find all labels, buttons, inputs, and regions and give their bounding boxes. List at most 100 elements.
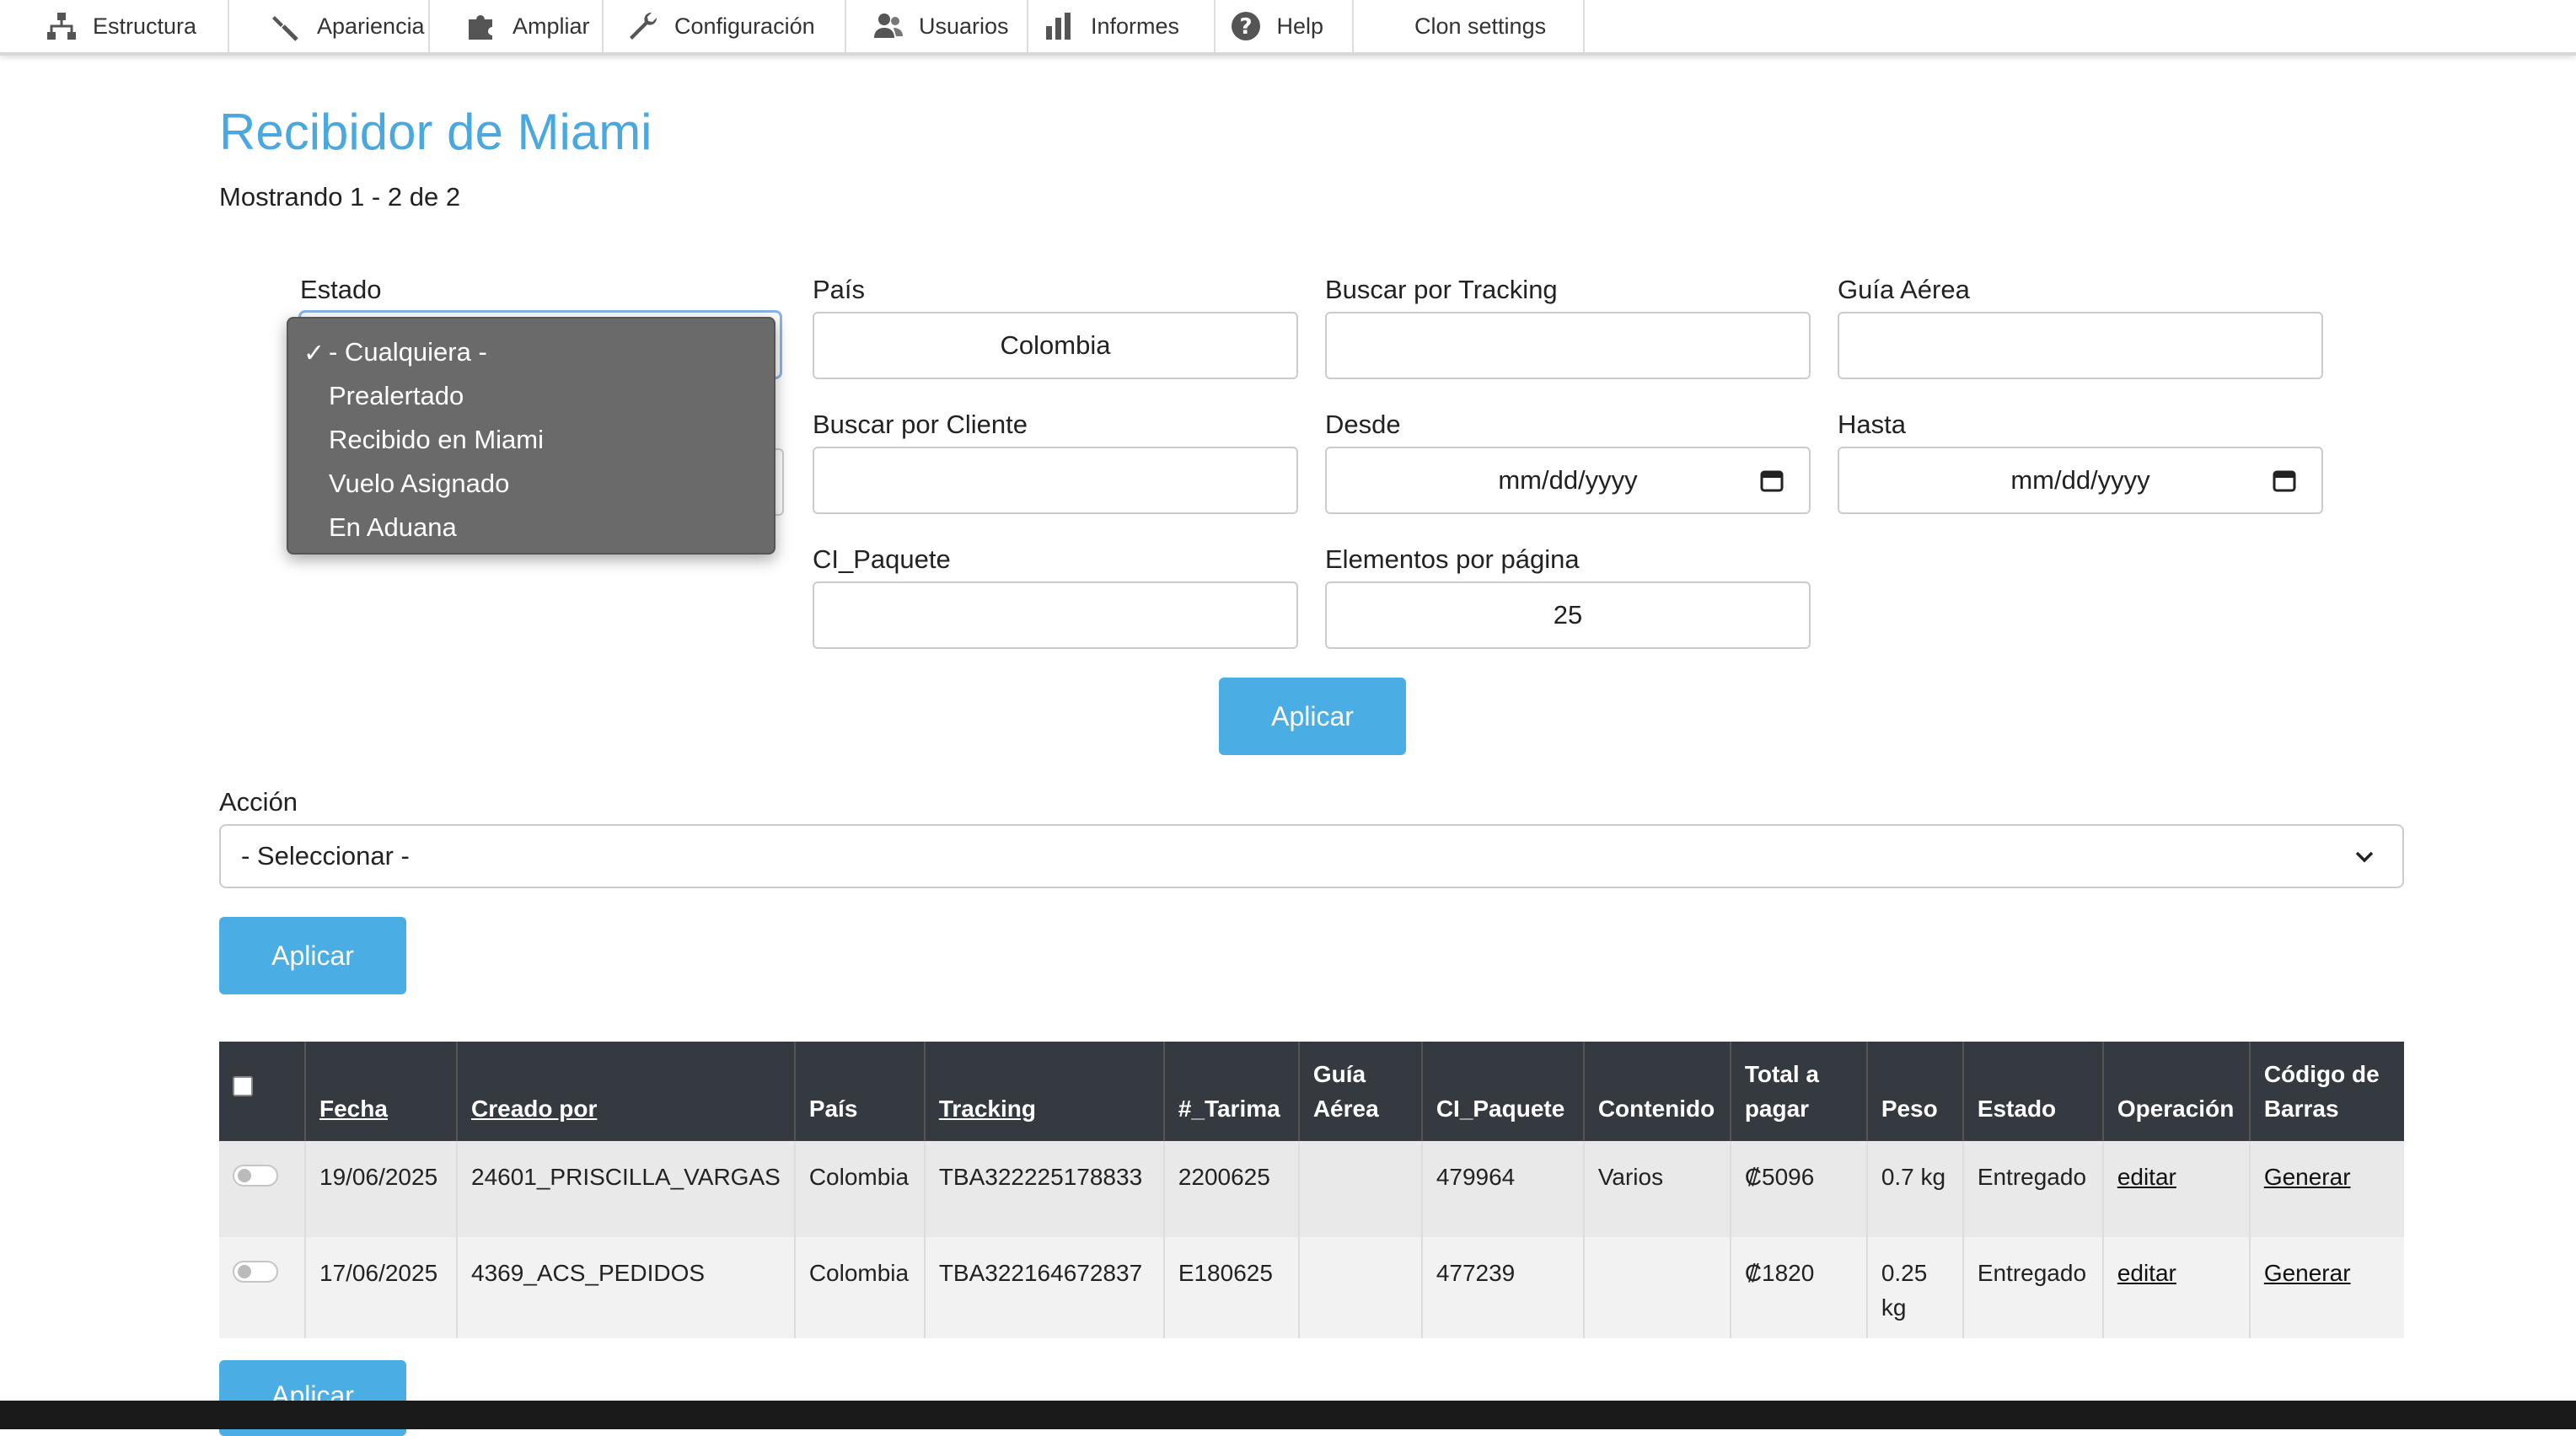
row-toggle-cell bbox=[219, 1237, 306, 1338]
cell-creado: 24601_PRISCILLA_VARGAS bbox=[457, 1141, 796, 1237]
cell-guia bbox=[1298, 1237, 1423, 1338]
generate-barcode-link[interactable]: Generar bbox=[2264, 1260, 2351, 1286]
cell-guia bbox=[1298, 1141, 1423, 1237]
calendar-icon[interactable] bbox=[2271, 467, 2298, 494]
header-tarima: #_Tarima bbox=[1163, 1042, 1300, 1141]
desde-date-input[interactable]: mm/dd/yyyy bbox=[1325, 447, 1811, 514]
header-link[interactable]: Creado por bbox=[471, 1096, 597, 1122]
cell-fecha: 19/06/2025 bbox=[305, 1141, 458, 1237]
wrench-brush-icon bbox=[270, 8, 303, 44]
header-link[interactable]: Fecha bbox=[319, 1096, 388, 1122]
estado-option[interactable]: Recibido en Miami bbox=[288, 418, 774, 462]
toolbar-label: Ampliar bbox=[513, 13, 590, 39]
cell-estado: Entregado bbox=[1962, 1237, 2104, 1338]
elementos-input[interactable]: 25 bbox=[1325, 581, 1811, 649]
header-codigo: Código de Barras bbox=[2249, 1042, 2404, 1141]
toolbar-item-apariencia[interactable]: Apariencia bbox=[229, 0, 430, 52]
header-fecha[interactable]: Fecha bbox=[305, 1042, 458, 1141]
desde-placeholder: mm/dd/yyyy bbox=[1498, 465, 1638, 495]
cell-ci: 479964 bbox=[1421, 1141, 1585, 1237]
header-total: Total a pagar bbox=[1730, 1042, 1868, 1141]
estado-option-label: Prealertado bbox=[329, 381, 464, 410]
tracking-input[interactable] bbox=[1325, 312, 1811, 379]
results-count: Mostrando 1 - 2 de 2 bbox=[219, 182, 461, 212]
header-ci: CI_Paquete bbox=[1421, 1042, 1585, 1141]
accion-label: Acción bbox=[219, 787, 298, 817]
toolbar-item-help[interactable]: ? Help bbox=[1216, 0, 1354, 52]
toolbar-label: Help bbox=[1276, 13, 1323, 39]
cell-operacion: editar bbox=[2102, 1141, 2251, 1237]
edit-link[interactable]: editar bbox=[2117, 1260, 2176, 1286]
toolbar-label: Informes bbox=[1091, 13, 1180, 39]
cell-codigo: Generar bbox=[2249, 1237, 2404, 1338]
tracking-label: Buscar por Tracking bbox=[1325, 275, 1558, 304]
calendar-icon[interactable] bbox=[1758, 467, 1785, 494]
estado-option-label: - Cualquiera - bbox=[329, 337, 487, 367]
hasta-placeholder: mm/dd/yyyy bbox=[2010, 465, 2150, 495]
cell-contenido bbox=[1583, 1237, 1731, 1338]
cell-estado: Entregado bbox=[1962, 1141, 2104, 1237]
edit-link[interactable]: editar bbox=[2117, 1164, 2176, 1190]
select-all-checkbox[interactable] bbox=[233, 1075, 253, 1096]
cell-total: ₡5096 bbox=[1730, 1141, 1868, 1237]
os-dock bbox=[0, 1401, 2576, 1429]
estado-option[interactable]: ✓ - Cualquiera - bbox=[288, 330, 774, 374]
toolbar-item-informes[interactable]: Informes bbox=[1028, 0, 1216, 52]
header-guia: Guía Aérea bbox=[1298, 1042, 1423, 1141]
toolbar-item-configuracion[interactable]: Configuración bbox=[604, 0, 846, 52]
sitemap-icon bbox=[44, 8, 79, 44]
estado-option-label: Vuelo Asignado bbox=[329, 469, 510, 498]
cell-contenido: Varios bbox=[1583, 1141, 1731, 1237]
header-tracking[interactable]: Tracking bbox=[924, 1042, 1165, 1141]
toolbar-item-estructura[interactable]: Estructura bbox=[0, 0, 229, 52]
toolbar-label: Apariencia bbox=[317, 13, 425, 39]
estado-option[interactable]: Prealertado bbox=[288, 374, 774, 418]
generate-barcode-link[interactable]: Generar bbox=[2264, 1164, 2351, 1190]
admin-toolbar: Estructura Apariencia Ampliar Configurac… bbox=[0, 0, 2576, 56]
header-link[interactable]: Tracking bbox=[939, 1096, 1036, 1122]
estado-option-label: En Aduana bbox=[329, 512, 457, 542]
cliente-label: Buscar por Cliente bbox=[813, 410, 1028, 439]
apply-action-button[interactable]: Aplicar bbox=[219, 917, 406, 994]
estado-option[interactable]: En Aduana bbox=[288, 506, 774, 549]
cell-total: ₡1820 bbox=[1730, 1237, 1868, 1338]
pais-label: País bbox=[813, 275, 866, 304]
chevron-down-icon bbox=[2355, 851, 2374, 863]
header-creado[interactable]: Creado por bbox=[457, 1042, 796, 1141]
users-icon bbox=[872, 8, 905, 44]
cell-tarima: E180625 bbox=[1163, 1237, 1300, 1338]
checkmark-icon: ✓ bbox=[303, 340, 325, 367]
cell-pais: Colombia bbox=[794, 1237, 926, 1338]
guia-label: Guía Aérea bbox=[1838, 275, 1970, 304]
page-title: Recibidor de Miami bbox=[219, 104, 652, 160]
hasta-date-input[interactable]: mm/dd/yyyy bbox=[1838, 447, 2323, 514]
cliente-input[interactable] bbox=[813, 447, 1298, 514]
toolbar-item-clon-settings[interactable]: Clon settings bbox=[1354, 0, 1585, 52]
accion-selected: - Seleccionar - bbox=[241, 841, 410, 871]
header-pais: País bbox=[794, 1042, 926, 1141]
row-select-toggle[interactable] bbox=[233, 1261, 278, 1283]
toolbar-label: Clon settings bbox=[1414, 13, 1547, 39]
table-header-row: Fecha Creado por País Tracking #_Tarima … bbox=[219, 1042, 2404, 1141]
cell-tracking: TBA322225178833 bbox=[924, 1141, 1165, 1237]
toolbar-item-ampliar[interactable]: Ampliar bbox=[430, 0, 604, 52]
ci-input[interactable] bbox=[813, 581, 1298, 649]
toolbar-label: Estructura bbox=[93, 13, 197, 39]
wrench-icon bbox=[625, 8, 661, 44]
cell-pais: Colombia bbox=[794, 1141, 926, 1237]
hasta-label: Hasta bbox=[1838, 410, 1906, 439]
results-table: Fecha Creado por País Tracking #_Tarima … bbox=[219, 1042, 2404, 1338]
estado-option[interactable]: Vuelo Asignado bbox=[288, 462, 774, 506]
table-row: 17/06/2025 4369_ACS_PEDIDOS Colombia TBA… bbox=[219, 1237, 2404, 1338]
header-operacion: Operación bbox=[2102, 1042, 2251, 1141]
guia-input[interactable] bbox=[1838, 312, 2323, 379]
header-estado: Estado bbox=[1962, 1042, 2104, 1141]
help-icon: ? bbox=[1229, 8, 1263, 44]
row-select-toggle[interactable] bbox=[233, 1165, 278, 1187]
cell-fecha: 17/06/2025 bbox=[305, 1237, 458, 1338]
apply-filters-button[interactable]: Aplicar bbox=[1219, 678, 1406, 755]
toolbar-item-usuarios[interactable]: Usuarios bbox=[846, 0, 1028, 52]
pais-field[interactable]: Colombia bbox=[813, 312, 1298, 379]
cell-operacion: editar bbox=[2102, 1237, 2251, 1338]
accion-select[interactable]: - Seleccionar - bbox=[219, 824, 2404, 888]
